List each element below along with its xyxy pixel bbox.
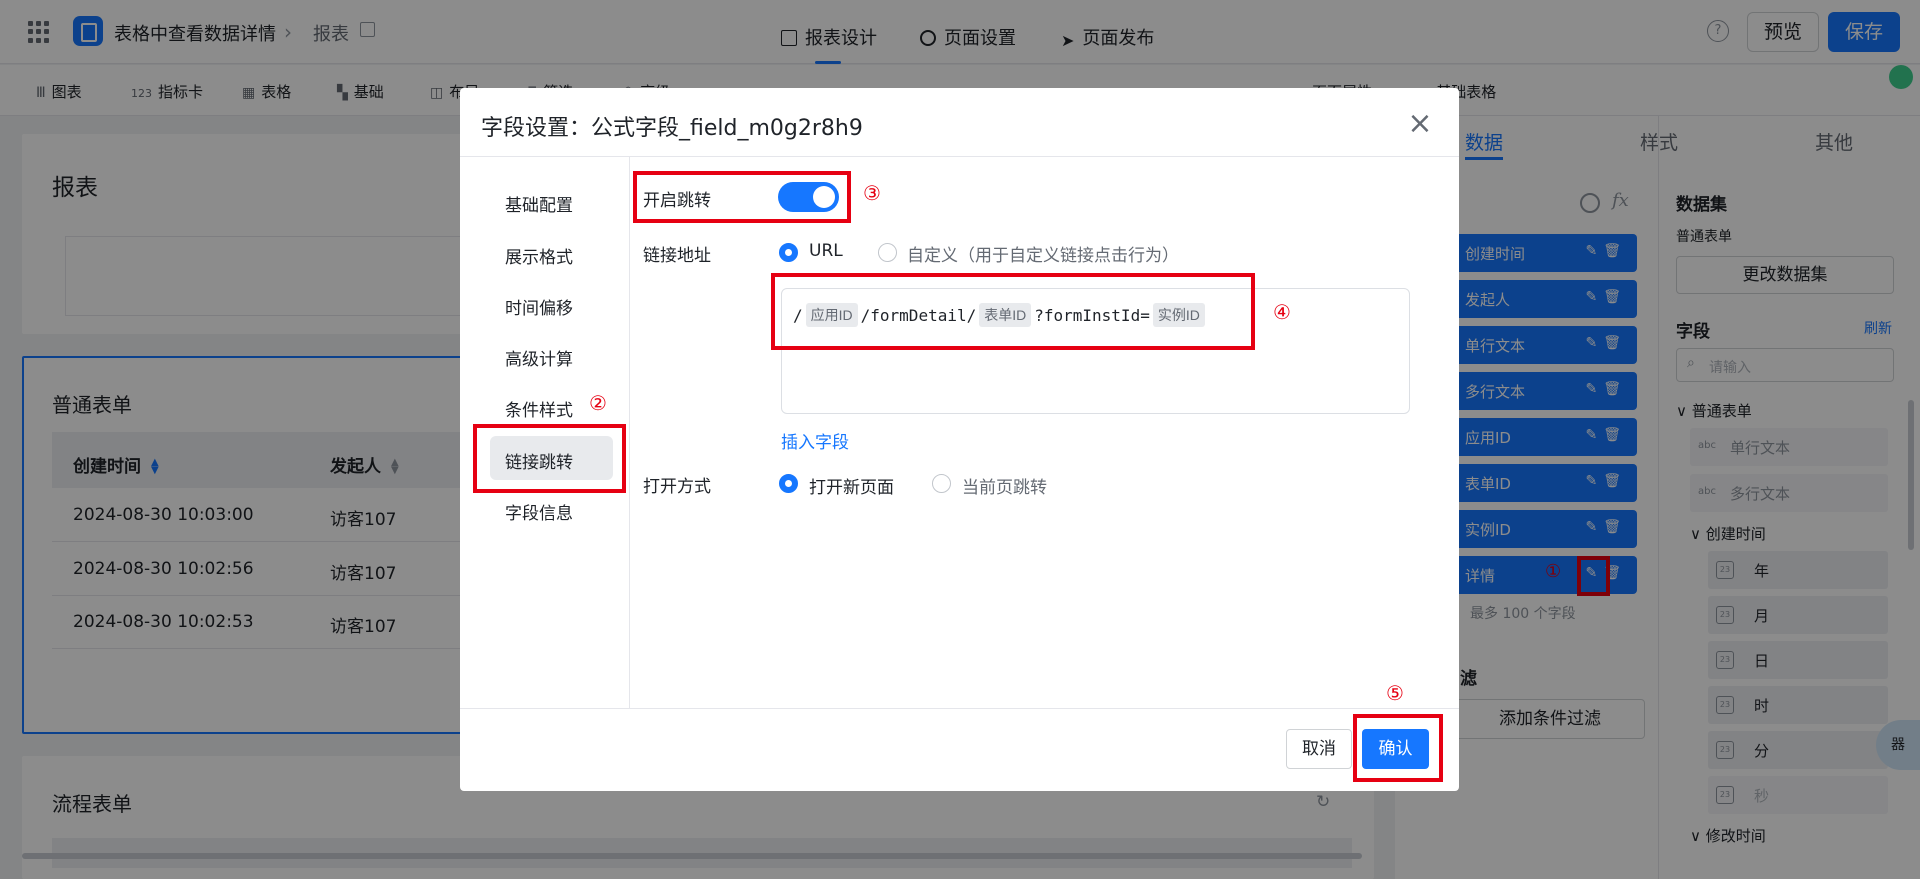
radio-current-page[interactable] [932,474,951,493]
open-mode-label: 打开方式 [643,477,711,497]
highlight-url [771,273,1255,350]
radio-new-page-label: 打开新页面 [809,478,894,498]
annotation-5: ⑤ [1386,681,1404,705]
close-icon[interactable]: × [1405,109,1435,140]
highlight-nav-link-jump [473,424,626,493]
nav-advanced-calc[interactable]: 高级计算 [505,345,573,370]
nav-display-format[interactable]: 展示格式 [505,243,573,268]
footer-divider [460,708,1459,709]
radio-new-page[interactable] [779,474,798,493]
annotation-2: ② [589,391,607,415]
radio-custom[interactable] [878,243,897,262]
nav-divider [629,157,630,708]
annotation-3: ③ [863,181,881,205]
radio-current-page-label: 当前页跳转 [962,478,1047,498]
insert-field-link[interactable]: 插入字段 [781,428,849,453]
modal-title: 字段设置：公式字段_field_m0g2r8h9 [481,116,863,141]
annotation-4: ④ [1273,300,1291,324]
nav-basic-config[interactable]: 基础配置 [505,191,573,216]
cancel-button[interactable]: 取消 [1286,729,1352,769]
radio-url[interactable] [779,243,798,262]
nav-time-offset[interactable]: 时间偏移 [505,294,573,319]
link-address-label: 链接地址 [643,246,711,266]
radio-url-label: URL [809,241,843,261]
radio-custom-label: 自定义（用于自定义链接点击行为） [907,246,1179,266]
nav-field-info[interactable]: 字段信息 [505,499,573,524]
highlight-confirm [1353,714,1443,782]
highlight-enable-jump [633,171,851,223]
nav-conditional-style[interactable]: 条件样式 [505,396,573,421]
